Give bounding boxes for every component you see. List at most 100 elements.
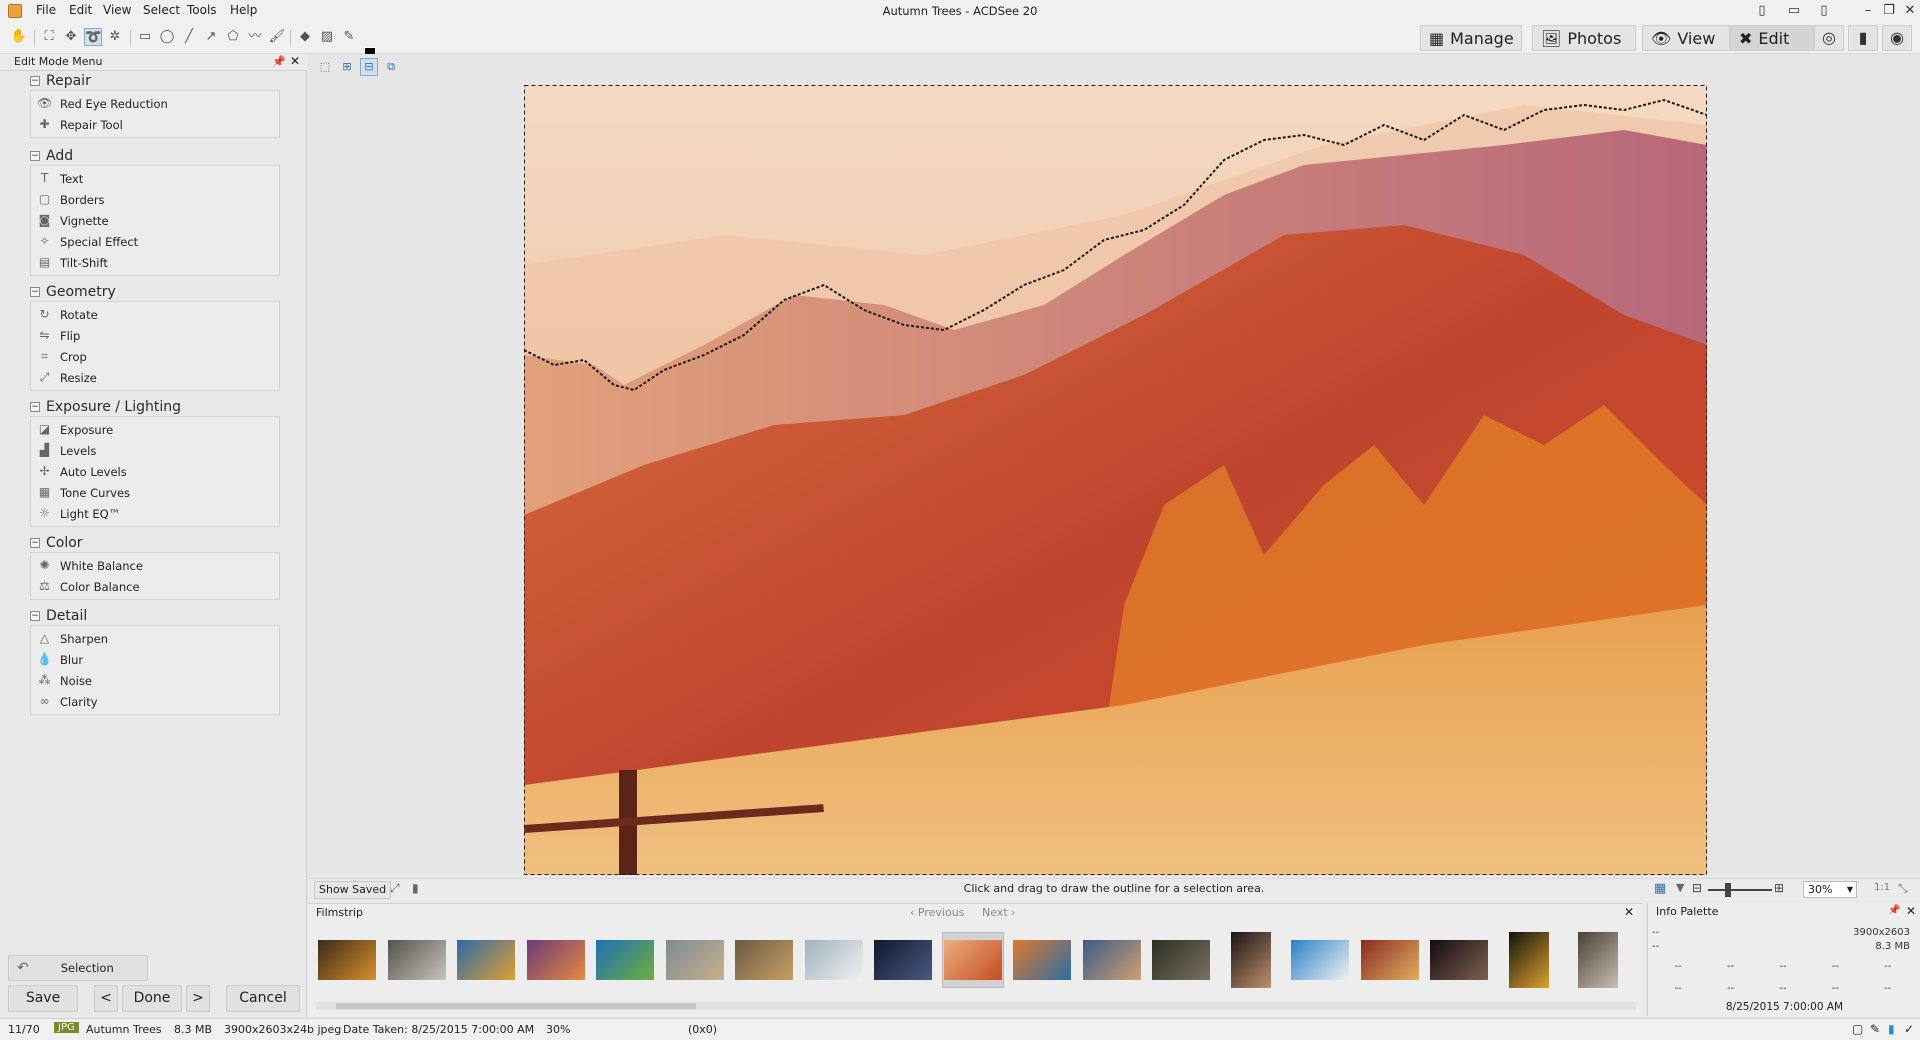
next-link[interactable]: Next › [982, 906, 1016, 919]
previous-link[interactable]: ‹ Previous [910, 906, 964, 919]
close-window-button[interactable]: ✕ [1900, 2, 1920, 20]
close-filmstrip-icon[interactable]: ✕ [1624, 905, 1634, 919]
menu-flip[interactable]: ⇋ Flip [31, 325, 279, 346]
filmstrip-thumbnail[interactable] [1498, 932, 1560, 988]
actual-size-label[interactable]: 1:1 [1874, 882, 1890, 893]
collapse-icon[interactable]: − [30, 402, 40, 412]
arrow-icon[interactable]: ↗ [202, 28, 220, 46]
show-saved-button[interactable]: Show Saved [314, 881, 392, 899]
menu-resize[interactable]: ⤢ Resize [31, 367, 279, 388]
menu-text[interactable]: T Text [31, 168, 279, 189]
restore-button[interactable]: ❐ [1879, 2, 1899, 20]
menu-tone-curves[interactable]: ▦ Tone Curves [31, 482, 279, 503]
scrollbar-thumb[interactable] [336, 1003, 696, 1009]
lasso-icon[interactable]: ➰ [84, 28, 102, 46]
pin-icon[interactable]: 📌 [1888, 905, 1900, 916]
menu-repair-tool[interactable]: ✚ Repair Tool [31, 114, 279, 135]
menu-sharpen[interactable]: △ Sharpen [31, 628, 279, 649]
menu-vignette[interactable]: ◙ Vignette [31, 210, 279, 231]
filmstrip-thumbnail[interactable] [664, 932, 726, 988]
collapse-icon[interactable]: − [30, 287, 40, 297]
online-icon[interactable]: ◉ [1882, 25, 1912, 51]
filmstrip-thumbnail[interactable] [803, 932, 865, 988]
filmstrip-thumbnail[interactable] [455, 932, 517, 988]
layout-right-icon[interactable]: ▯ [1814, 2, 1834, 20]
next-image-button[interactable]: > [186, 985, 210, 1012]
fill-icon[interactable]: ◆ [296, 28, 314, 46]
brush-icon[interactable]: 🖌 [268, 28, 286, 46]
filmstrip-scrollbar[interactable] [316, 1002, 1636, 1010]
layout-top-icon[interactable]: ▭ [1784, 2, 1804, 20]
menu-light-eq[interactable]: ☼ Light EQ™ [31, 503, 279, 524]
collapse-icon[interactable]: − [30, 76, 40, 86]
menu-file[interactable]: File [36, 3, 56, 17]
pin-icon[interactable]: 📌 [272, 55, 286, 68]
pencil-icon[interactable]: ✎ [1870, 1022, 1880, 1036]
menu-tilt-shift[interactable]: ▤ Tilt-Shift [31, 252, 279, 273]
new-selection-icon[interactable]: ⬚ [316, 58, 334, 76]
hand-tool-icon[interactable]: ✋ [10, 28, 28, 46]
tag-icon[interactable]: ▢ [1852, 1022, 1863, 1036]
line-icon[interactable]: ╱ [180, 28, 198, 46]
selection-button[interactable]: ↶ Selection [8, 955, 148, 981]
filmstrip-thumbnail[interactable] [733, 932, 795, 988]
filmstrip-thumbnail[interactable] [872, 932, 934, 988]
close-palette-icon[interactable]: ✕ [1906, 904, 1916, 918]
eyedropper-icon[interactable]: ✎ [340, 28, 358, 46]
filmstrip-thumbnail[interactable] [1011, 932, 1073, 988]
zoom-select[interactable]: 30% ▼ [1803, 881, 1857, 898]
filmstrip-thumbnail[interactable] [1567, 932, 1629, 988]
cancel-button[interactable]: Cancel [226, 985, 300, 1012]
filmstrip-thumbnail[interactable] [525, 932, 587, 988]
menu-edit[interactable]: Edit [69, 3, 92, 17]
filmstrip-thumbnail[interactable] [1150, 932, 1212, 988]
zoom-out-icon[interactable]: ⊟ [1692, 881, 1702, 895]
ellipse-icon[interactable]: ◯ [158, 28, 176, 46]
acdsee-365-icon[interactable]: ◎ [1814, 25, 1844, 51]
menu-view[interactable]: View [103, 3, 131, 17]
rectangle-icon[interactable]: ▭ [136, 28, 154, 46]
menu-color-balance[interactable]: ⚖ Color Balance [31, 576, 279, 597]
menu-exposure[interactable]: ◪ Exposure [31, 419, 279, 440]
filmstrip-thumbnail[interactable] [941, 932, 1004, 988]
menu-noise[interactable]: ⁂ Noise [31, 670, 279, 691]
menu-clarity[interactable]: ∞ Clarity [31, 691, 279, 712]
menu-white-balance[interactable]: ✺ White Balance [31, 555, 279, 576]
menu-borders[interactable]: ▢ Borders [31, 189, 279, 210]
fit-image-icon[interactable]: ▦ [1654, 881, 1666, 896]
menu-rotate[interactable]: ↻ Rotate [31, 304, 279, 325]
minimize-button[interactable]: – [1858, 2, 1878, 20]
collapse-icon[interactable]: − [30, 611, 40, 621]
intersect-selection-icon[interactable]: ⧉ [382, 58, 400, 76]
menu-red-eye-reduction[interactable]: 👁 Red Eye Reduction [31, 93, 279, 114]
layout-left-icon[interactable]: ▯ [1752, 2, 1772, 20]
filmstrip-thumbnail[interactable] [386, 932, 448, 988]
filmstrip-thumbnail[interactable] [316, 932, 378, 988]
filmstrip-thumbnail[interactable] [1428, 932, 1490, 988]
magic-wand-icon[interactable]: ✲ [106, 28, 124, 46]
filmstrip-thumbnail[interactable] [1220, 932, 1282, 988]
mode-manage-button[interactable]: ▦ Manage [1420, 25, 1522, 51]
mode-edit-button[interactable]: ✖ Edit [1730, 25, 1814, 51]
filmstrip-thumbnail[interactable] [1359, 932, 1421, 988]
collapse-icon[interactable]: − [30, 538, 40, 548]
save-button[interactable]: Save [8, 985, 78, 1012]
menu-crop[interactable]: ⌗ Crop [31, 346, 279, 367]
filmstrip-thumbnail[interactable] [1289, 932, 1351, 988]
menu-select[interactable]: Select [143, 3, 180, 17]
database-icon[interactable]: ▮ [1888, 1022, 1895, 1036]
menu-blur[interactable]: 💧 Blur [31, 649, 279, 670]
dashboard-icon[interactable]: ▮ [1848, 25, 1878, 51]
menu-special-effect[interactable]: ✧ Special Effect [31, 231, 279, 252]
collapse-icon[interactable]: − [30, 151, 40, 161]
menu-help[interactable]: Help [230, 3, 257, 17]
menu-tools[interactable]: Tools [187, 3, 217, 17]
zoom-slider-handle[interactable] [1725, 883, 1731, 897]
zoom-menu-icon[interactable]: ▼ [1676, 881, 1684, 894]
autumn-trees-photo[interactable] [524, 85, 1707, 875]
zoom-in-icon[interactable]: ⊞ [1774, 881, 1784, 895]
histogram-icon[interactable]: ▮ [412, 881, 419, 895]
move-icon[interactable]: ✥ [62, 28, 80, 46]
crop-select-icon[interactable]: ⛶ [40, 28, 58, 46]
filmstrip-thumbnail[interactable] [594, 932, 656, 988]
